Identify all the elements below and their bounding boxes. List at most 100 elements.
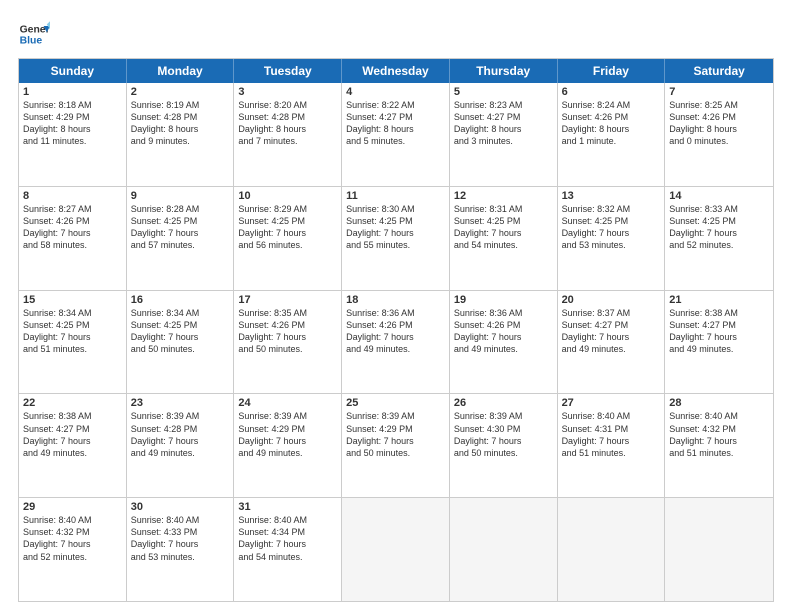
day-info: Sunrise: 8:18 AM Sunset: 4:29 PM Dayligh… <box>23 99 122 148</box>
calendar-body: 1Sunrise: 8:18 AM Sunset: 4:29 PM Daylig… <box>19 83 773 601</box>
cal-cell: 28Sunrise: 8:40 AM Sunset: 4:32 PM Dayli… <box>665 394 773 497</box>
cal-cell: 18Sunrise: 8:36 AM Sunset: 4:26 PM Dayli… <box>342 291 450 394</box>
cal-cell: 30Sunrise: 8:40 AM Sunset: 4:33 PM Dayli… <box>127 498 235 601</box>
cal-cell: 10Sunrise: 8:29 AM Sunset: 4:25 PM Dayli… <box>234 187 342 290</box>
day-number: 13 <box>562 190 661 202</box>
day-header-tuesday: Tuesday <box>234 59 342 83</box>
cal-cell: 22Sunrise: 8:38 AM Sunset: 4:27 PM Dayli… <box>19 394 127 497</box>
day-info: Sunrise: 8:28 AM Sunset: 4:25 PM Dayligh… <box>131 203 230 252</box>
cal-cell: 24Sunrise: 8:39 AM Sunset: 4:29 PM Dayli… <box>234 394 342 497</box>
day-number: 7 <box>669 86 769 98</box>
cal-cell: 8Sunrise: 8:27 AM Sunset: 4:26 PM Daylig… <box>19 187 127 290</box>
cal-cell <box>665 498 773 601</box>
day-number: 27 <box>562 397 661 409</box>
cal-cell: 14Sunrise: 8:33 AM Sunset: 4:25 PM Dayli… <box>665 187 773 290</box>
cal-cell: 4Sunrise: 8:22 AM Sunset: 4:27 PM Daylig… <box>342 83 450 186</box>
cal-cell: 19Sunrise: 8:36 AM Sunset: 4:26 PM Dayli… <box>450 291 558 394</box>
day-header-saturday: Saturday <box>665 59 773 83</box>
day-number: 18 <box>346 294 445 306</box>
day-number: 20 <box>562 294 661 306</box>
day-number: 10 <box>238 190 337 202</box>
day-number: 8 <box>23 190 122 202</box>
day-info: Sunrise: 8:25 AM Sunset: 4:26 PM Dayligh… <box>669 99 769 148</box>
cal-cell: 7Sunrise: 8:25 AM Sunset: 4:26 PM Daylig… <box>665 83 773 186</box>
day-number: 30 <box>131 501 230 513</box>
day-info: Sunrise: 8:40 AM Sunset: 4:33 PM Dayligh… <box>131 514 230 563</box>
day-info: Sunrise: 8:24 AM Sunset: 4:26 PM Dayligh… <box>562 99 661 148</box>
header: General Blue <box>18 18 774 50</box>
cal-cell: 23Sunrise: 8:39 AM Sunset: 4:28 PM Dayli… <box>127 394 235 497</box>
day-info: Sunrise: 8:40 AM Sunset: 4:34 PM Dayligh… <box>238 514 337 563</box>
cal-cell: 13Sunrise: 8:32 AM Sunset: 4:25 PM Dayli… <box>558 187 666 290</box>
day-number: 19 <box>454 294 553 306</box>
day-number: 17 <box>238 294 337 306</box>
day-number: 26 <box>454 397 553 409</box>
day-info: Sunrise: 8:30 AM Sunset: 4:25 PM Dayligh… <box>346 203 445 252</box>
week-row-4: 22Sunrise: 8:38 AM Sunset: 4:27 PM Dayli… <box>19 393 773 497</box>
day-number: 15 <box>23 294 122 306</box>
day-number: 1 <box>23 86 122 98</box>
week-row-3: 15Sunrise: 8:34 AM Sunset: 4:25 PM Dayli… <box>19 290 773 394</box>
cal-cell: 12Sunrise: 8:31 AM Sunset: 4:25 PM Dayli… <box>450 187 558 290</box>
cal-cell: 2Sunrise: 8:19 AM Sunset: 4:28 PM Daylig… <box>127 83 235 186</box>
day-number: 3 <box>238 86 337 98</box>
cal-cell: 20Sunrise: 8:37 AM Sunset: 4:27 PM Dayli… <box>558 291 666 394</box>
day-number: 31 <box>238 501 337 513</box>
day-info: Sunrise: 8:29 AM Sunset: 4:25 PM Dayligh… <box>238 203 337 252</box>
day-info: Sunrise: 8:39 AM Sunset: 4:28 PM Dayligh… <box>131 410 230 459</box>
cal-cell: 9Sunrise: 8:28 AM Sunset: 4:25 PM Daylig… <box>127 187 235 290</box>
day-info: Sunrise: 8:22 AM Sunset: 4:27 PM Dayligh… <box>346 99 445 148</box>
cal-cell <box>450 498 558 601</box>
day-header-sunday: Sunday <box>19 59 127 83</box>
day-number: 5 <box>454 86 553 98</box>
day-header-wednesday: Wednesday <box>342 59 450 83</box>
cal-cell: 21Sunrise: 8:38 AM Sunset: 4:27 PM Dayli… <box>665 291 773 394</box>
week-row-5: 29Sunrise: 8:40 AM Sunset: 4:32 PM Dayli… <box>19 497 773 601</box>
week-row-2: 8Sunrise: 8:27 AM Sunset: 4:26 PM Daylig… <box>19 186 773 290</box>
day-number: 12 <box>454 190 553 202</box>
day-info: Sunrise: 8:36 AM Sunset: 4:26 PM Dayligh… <box>346 307 445 356</box>
day-info: Sunrise: 8:33 AM Sunset: 4:25 PM Dayligh… <box>669 203 769 252</box>
day-info: Sunrise: 8:40 AM Sunset: 4:31 PM Dayligh… <box>562 410 661 459</box>
day-header-friday: Friday <box>558 59 666 83</box>
day-number: 24 <box>238 397 337 409</box>
cal-cell: 17Sunrise: 8:35 AM Sunset: 4:26 PM Dayli… <box>234 291 342 394</box>
day-number: 6 <box>562 86 661 98</box>
logo: General Blue <box>18 18 50 50</box>
svg-text:Blue: Blue <box>20 36 43 47</box>
day-info: Sunrise: 8:38 AM Sunset: 4:27 PM Dayligh… <box>669 307 769 356</box>
cal-cell: 27Sunrise: 8:40 AM Sunset: 4:31 PM Dayli… <box>558 394 666 497</box>
cal-cell: 16Sunrise: 8:34 AM Sunset: 4:25 PM Dayli… <box>127 291 235 394</box>
day-number: 21 <box>669 294 769 306</box>
day-header-thursday: Thursday <box>450 59 558 83</box>
day-info: Sunrise: 8:35 AM Sunset: 4:26 PM Dayligh… <box>238 307 337 356</box>
day-info: Sunrise: 8:31 AM Sunset: 4:25 PM Dayligh… <box>454 203 553 252</box>
day-info: Sunrise: 8:39 AM Sunset: 4:30 PM Dayligh… <box>454 410 553 459</box>
day-info: Sunrise: 8:38 AM Sunset: 4:27 PM Dayligh… <box>23 410 122 459</box>
day-info: Sunrise: 8:39 AM Sunset: 4:29 PM Dayligh… <box>346 410 445 459</box>
day-number: 29 <box>23 501 122 513</box>
day-number: 2 <box>131 86 230 98</box>
day-info: Sunrise: 8:39 AM Sunset: 4:29 PM Dayligh… <box>238 410 337 459</box>
day-number: 4 <box>346 86 445 98</box>
logo-icon: General Blue <box>18 18 50 50</box>
day-header-monday: Monday <box>127 59 235 83</box>
day-info: Sunrise: 8:40 AM Sunset: 4:32 PM Dayligh… <box>669 410 769 459</box>
cal-cell: 26Sunrise: 8:39 AM Sunset: 4:30 PM Dayli… <box>450 394 558 497</box>
cal-cell: 25Sunrise: 8:39 AM Sunset: 4:29 PM Dayli… <box>342 394 450 497</box>
day-number: 22 <box>23 397 122 409</box>
day-number: 11 <box>346 190 445 202</box>
day-number: 16 <box>131 294 230 306</box>
cal-cell: 31Sunrise: 8:40 AM Sunset: 4:34 PM Dayli… <box>234 498 342 601</box>
day-number: 23 <box>131 397 230 409</box>
day-info: Sunrise: 8:34 AM Sunset: 4:25 PM Dayligh… <box>23 307 122 356</box>
calendar-header: SundayMondayTuesdayWednesdayThursdayFrid… <box>19 59 773 83</box>
day-info: Sunrise: 8:20 AM Sunset: 4:28 PM Dayligh… <box>238 99 337 148</box>
cal-cell: 29Sunrise: 8:40 AM Sunset: 4:32 PM Dayli… <box>19 498 127 601</box>
cal-cell: 1Sunrise: 8:18 AM Sunset: 4:29 PM Daylig… <box>19 83 127 186</box>
day-info: Sunrise: 8:27 AM Sunset: 4:26 PM Dayligh… <box>23 203 122 252</box>
day-info: Sunrise: 8:32 AM Sunset: 4:25 PM Dayligh… <box>562 203 661 252</box>
day-info: Sunrise: 8:36 AM Sunset: 4:26 PM Dayligh… <box>454 307 553 356</box>
day-number: 28 <box>669 397 769 409</box>
cal-cell <box>342 498 450 601</box>
